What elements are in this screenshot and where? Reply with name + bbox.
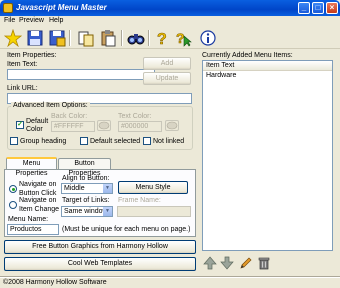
not-linked-label: Not linked: [153, 138, 185, 145]
save-as-icon[interactable]: [48, 29, 66, 47]
item-text-input[interactable]: [7, 69, 155, 80]
link-url-label: Link URL:: [7, 85, 38, 92]
navigate-change-label: Navigate on Item Change: [19, 197, 60, 213]
minimize-button[interactable]: _: [298, 2, 310, 14]
list-item[interactable]: Hardware: [203, 71, 332, 80]
default-color-checkbox[interactable]: ✓: [16, 121, 24, 129]
svg-text:?: ?: [176, 30, 185, 46]
text-color-label: Text Color:: [118, 113, 152, 120]
align-button-select[interactable]: Middle ▼: [61, 183, 113, 194]
chevron-down-icon: ▼: [103, 207, 112, 216]
chevron-down-icon: ▼: [103, 184, 112, 193]
toolbar-separator: [69, 30, 71, 46]
not-linked-checkbox[interactable]: [143, 137, 151, 145]
advanced-options-title: Advanced Item Options:: [11, 102, 90, 110]
back-color-input[interactable]: #FFFFFF: [51, 121, 95, 132]
menu-style-button[interactable]: Menu Style: [118, 181, 188, 194]
frame-name-label: Frame Name:: [118, 197, 161, 204]
window-title: Javascript Menu Master: [16, 3, 107, 12]
edit-pencil-icon[interactable]: [239, 256, 253, 270]
back-color-picker-button[interactable]: [97, 120, 111, 131]
menu-name-hint: (Must be unique for each menu on page.): [62, 226, 191, 233]
default-color-label: Default Color: [26, 118, 49, 133]
tab-menu-properties[interactable]: Menu Properties: [6, 157, 57, 177]
toolbar-separator: [148, 30, 150, 46]
navigate-click-radio[interactable]: [9, 185, 17, 193]
align-button-label: Align to Button:: [62, 175, 110, 182]
preview-binoculars-icon[interactable]: [127, 29, 145, 47]
group-heading-label: Group heading: [20, 138, 67, 145]
svg-text:?: ?: [157, 31, 167, 47]
group-heading-checkbox[interactable]: [10, 137, 18, 145]
menu-name-label: Menu Name:: [8, 216, 49, 223]
close-button[interactable]: ×: [326, 2, 338, 14]
menu-file[interactable]: File: [4, 17, 15, 25]
update-button[interactable]: Update: [143, 72, 191, 85]
navigate-change-radio[interactable]: [9, 201, 17, 209]
menu-items-list[interactable]: Item Text Hardware: [202, 60, 333, 251]
menu-name-input[interactable]: Productos: [7, 224, 59, 235]
save-icon[interactable]: [26, 29, 44, 47]
copy-icon[interactable]: [77, 29, 95, 47]
cool-templates-button[interactable]: Cool Web Templates: [4, 257, 196, 271]
palette-icon: [166, 121, 178, 130]
item-text-label: Item Text:: [7, 61, 38, 68]
move-down-icon[interactable]: [220, 256, 234, 270]
maximize-button[interactable]: □: [312, 2, 324, 14]
column-header-item-text[interactable]: Item Text: [203, 61, 332, 71]
frame-name-input[interactable]: [117, 206, 191, 217]
status-bar: ©2008 Harmony Hollow Software: [0, 277, 340, 288]
default-selected-label: Default selected: [90, 138, 141, 145]
app-icon: [3, 3, 13, 13]
text-color-input[interactable]: #000000: [118, 121, 162, 132]
palette-icon: [98, 121, 110, 130]
menu-help[interactable]: Help: [49, 17, 63, 25]
move-up-icon[interactable]: [203, 256, 217, 270]
add-button[interactable]: Add: [143, 57, 191, 70]
help-icon[interactable]: ?: [153, 29, 171, 49]
align-button-value: Middle: [64, 185, 85, 192]
menu-preview[interactable]: Preview: [19, 17, 44, 25]
item-properties-header: Item Properties:: [7, 52, 57, 59]
free-graphics-button[interactable]: Free Button Graphics from Harmony Hollow: [4, 240, 196, 254]
target-links-value: Same window: [64, 208, 108, 215]
default-selected-checkbox[interactable]: [80, 137, 88, 145]
paste-icon[interactable]: [99, 29, 117, 47]
tab-button-properties[interactable]: Button Properties: [58, 158, 111, 177]
info-icon[interactable]: [199, 29, 217, 47]
delete-trash-icon[interactable]: [257, 256, 271, 270]
toolbar-separator: [121, 30, 123, 46]
text-color-picker-button[interactable]: [165, 120, 179, 131]
help-pointer-icon[interactable]: ?: [175, 29, 193, 47]
target-links-label: Target of Links:: [62, 197, 110, 204]
target-links-select[interactable]: Same window ▼: [61, 206, 113, 217]
new-star-icon[interactable]: [3, 28, 23, 48]
menu-items-header: Currently Added Menu Items:: [202, 52, 293, 59]
back-color-label: Back Color:: [51, 113, 88, 120]
